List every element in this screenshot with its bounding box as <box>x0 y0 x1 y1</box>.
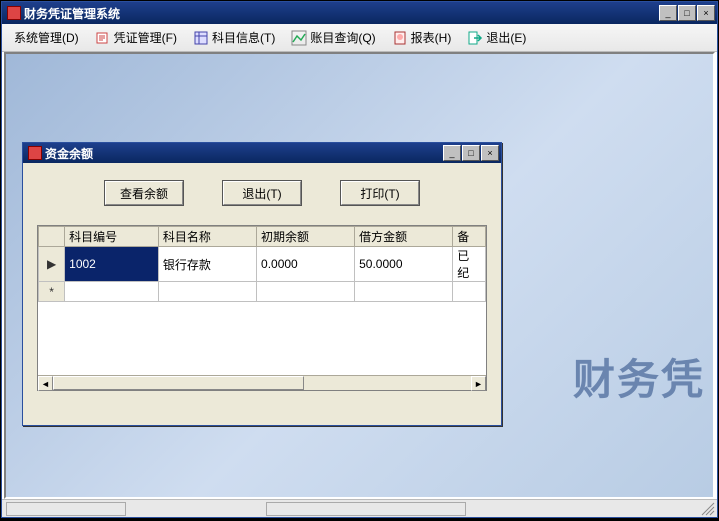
table-row[interactable]: * <box>39 282 486 302</box>
window-controls: _ □ × <box>659 5 715 21</box>
dialog-window-controls: _ □ × <box>443 145 499 161</box>
status-cell-1 <box>6 502 126 516</box>
scroll-thumb[interactable] <box>53 376 304 390</box>
minimize-button[interactable]: _ <box>659 5 677 21</box>
menu-system[interactable]: 系统管理(D) <box>8 26 85 49</box>
subject-icon <box>193 30 209 46</box>
dialog-body: 查看余额 退出(T) 打印(T) 科目编号 科目名称 初期余额 借方金额 <box>23 163 501 425</box>
exit-icon <box>467 30 483 46</box>
app-title: 财务凭证管理系统 <box>24 5 659 22</box>
cell-opening[interactable]: 0.0000 <box>257 247 355 282</box>
row-header-corner[interactable] <box>39 227 65 247</box>
cell-opening[interactable] <box>257 282 355 302</box>
menu-exit[interactable]: 退出(E) <box>461 26 532 49</box>
menubar: 系统管理(D) 凭证管理(F) 科目信息(T) 账目查询(Q) 报表(H) 退出… <box>2 24 717 52</box>
cell-code[interactable]: 1002 <box>65 247 159 282</box>
col-header-code[interactable]: 科目编号 <box>65 227 159 247</box>
main-window: 财务凭证管理系统 _ □ × 系统管理(D) 凭证管理(F) 科目信息(T) 账… <box>1 1 718 518</box>
status-cell-2 <box>266 502 466 516</box>
cell-name[interactable]: 银行存款 <box>158 247 256 282</box>
dialog-close-button[interactable]: × <box>481 145 499 161</box>
voucher-icon <box>95 30 111 46</box>
statusbar <box>2 499 717 517</box>
cell-tail[interactable] <box>453 282 486 302</box>
cell-name[interactable] <box>158 282 256 302</box>
data-grid[interactable]: 科目编号 科目名称 初期余额 借方金额 备 ▶ 1002 银行存 <box>37 225 487 391</box>
mdi-client-area: 财务凭 资金余额 _ □ × 查看余额 退出(T) 打印(T) <box>4 52 715 499</box>
app-icon <box>7 6 21 20</box>
dialog-titlebar: 资金余额 _ □ × <box>23 143 501 163</box>
cell-tail[interactable]: 已纪 <box>453 247 486 282</box>
report-icon <box>392 30 408 46</box>
dialog-icon <box>28 146 42 160</box>
cell-debit[interactable]: 50.0000 <box>355 247 453 282</box>
scroll-left-button[interactable]: ◄ <box>38 376 53 391</box>
row-marker[interactable]: ▶ <box>39 247 65 282</box>
row-marker[interactable]: * <box>39 282 65 302</box>
balance-dialog: 资金余额 _ □ × 查看余额 退出(T) 打印(T) <box>22 142 502 426</box>
menu-voucher[interactable]: 凭证管理(F) <box>89 26 183 49</box>
menu-report[interactable]: 报表(H) <box>386 26 458 49</box>
col-header-name[interactable]: 科目名称 <box>158 227 256 247</box>
menu-ledger[interactable]: 账目查询(Q) <box>285 26 381 49</box>
dialog-minimize-button[interactable]: _ <box>443 145 461 161</box>
grid-table: 科目编号 科目名称 初期余额 借方金额 备 ▶ 1002 银行存 <box>38 226 486 302</box>
resize-grip-icon[interactable] <box>701 502 715 516</box>
maximize-button[interactable]: □ <box>678 5 696 21</box>
watermark-text: 财务凭 <box>573 346 705 407</box>
ledger-icon <box>291 30 307 46</box>
dialog-maximize-button[interactable]: □ <box>462 145 480 161</box>
col-header-tail[interactable]: 备 <box>453 227 486 247</box>
view-balance-button[interactable]: 查看余额 <box>105 181 183 205</box>
col-header-debit[interactable]: 借方金额 <box>355 227 453 247</box>
dialog-title: 资金余额 <box>45 145 443 162</box>
main-titlebar: 财务凭证管理系统 _ □ × <box>2 2 717 24</box>
table-row[interactable]: ▶ 1002 银行存款 0.0000 50.0000 已纪 <box>39 247 486 282</box>
scroll-right-button[interactable]: ► <box>471 376 486 391</box>
close-button[interactable]: × <box>697 5 715 21</box>
cell-debit[interactable] <box>355 282 453 302</box>
cell-code[interactable] <box>65 282 159 302</box>
col-header-opening[interactable]: 初期余额 <box>257 227 355 247</box>
scroll-track[interactable] <box>53 376 471 390</box>
button-row: 查看余额 退出(T) 打印(T) <box>37 181 487 205</box>
menu-subject[interactable]: 科目信息(T) <box>187 26 281 49</box>
print-button[interactable]: 打印(T) <box>341 181 419 205</box>
exit-button[interactable]: 退出(T) <box>223 181 301 205</box>
horizontal-scrollbar[interactable]: ◄ ► <box>38 375 486 390</box>
